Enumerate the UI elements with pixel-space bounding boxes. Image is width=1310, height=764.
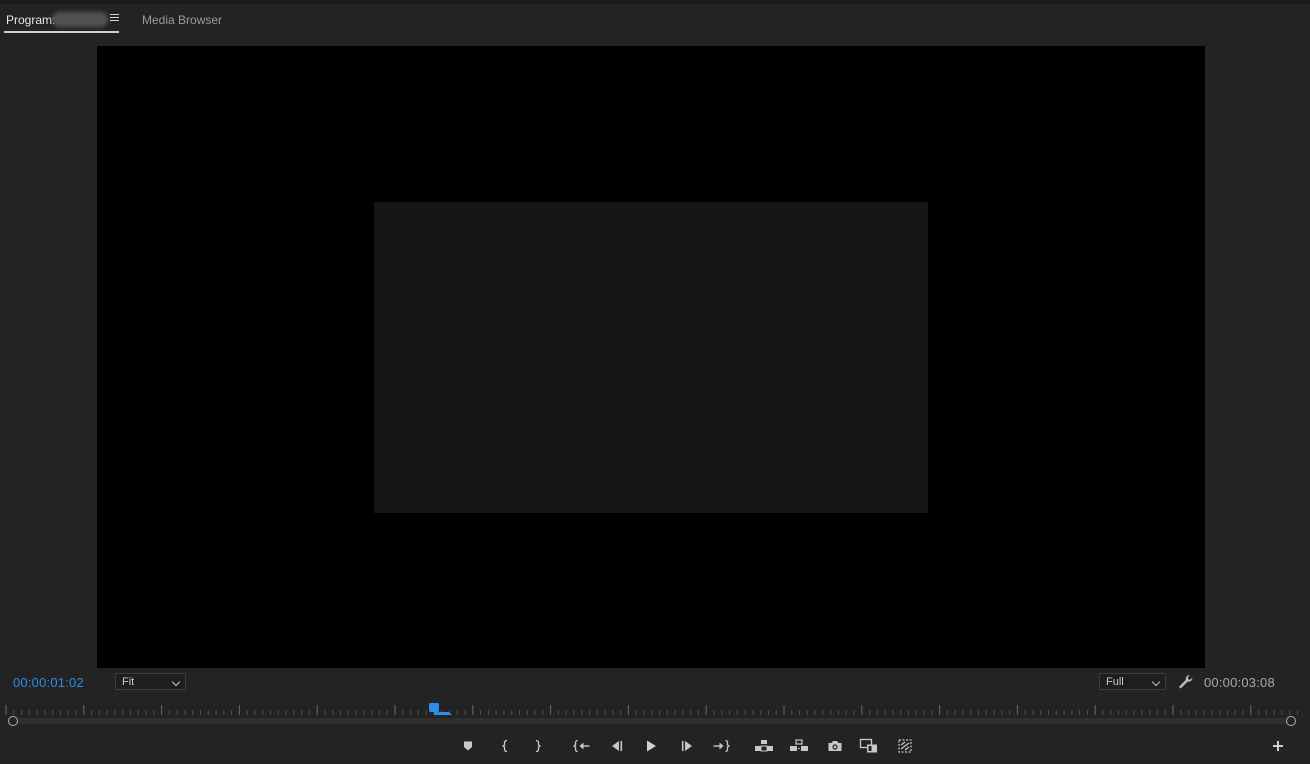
- settings-wrench-icon[interactable]: [1178, 674, 1194, 690]
- toggle-proxies-button[interactable]: [894, 734, 916, 758]
- camera-icon: [828, 741, 842, 751]
- zoom-level-dropdown[interactable]: Fit: [115, 673, 186, 690]
- zoom-handle-right[interactable]: [1286, 716, 1296, 726]
- playback-resolution-value: Full: [1106, 676, 1124, 688]
- panel-tab-bar: Program: Media Browser: [0, 4, 1310, 33]
- extract-button[interactable]: [788, 734, 810, 758]
- playhead-icon[interactable]: [428, 702, 454, 716]
- comparison-view-icon: [859, 738, 877, 753]
- mark-in-icon: [501, 739, 508, 753]
- export-frame-button[interactable]: [824, 734, 846, 758]
- video-frame: [374, 202, 928, 513]
- go-to-out-icon: [713, 739, 730, 753]
- duration-timecode: 00:00:03:08: [1204, 675, 1275, 690]
- zoom-handle-left[interactable]: [8, 716, 18, 726]
- transport-controls: [0, 734, 1310, 760]
- step-forward-icon: [681, 741, 692, 751]
- program-monitor-panel: Program: Media Browser 00:00:01:02 Fit F…: [0, 0, 1310, 764]
- tab-program[interactable]: Program:: [4, 11, 119, 33]
- play-icon: [647, 740, 656, 752]
- mark-out-button[interactable]: [527, 734, 549, 758]
- panel-menu-icon[interactable]: [110, 14, 119, 23]
- button-editor-add-button[interactable]: [1268, 734, 1288, 758]
- go-to-in-button[interactable]: [571, 734, 593, 758]
- lift-button[interactable]: [753, 734, 775, 758]
- chevron-down-icon: [171, 677, 181, 687]
- playback-resolution-dropdown[interactable]: Full: [1099, 673, 1166, 690]
- redacted-sequence-name: [52, 12, 108, 27]
- mark-out-icon: [535, 739, 542, 753]
- proxy-icon: [898, 739, 912, 753]
- tab-media-browser[interactable]: Media Browser: [142, 12, 222, 32]
- current-timecode[interactable]: 00:00:01:02: [13, 675, 84, 690]
- video-monitor[interactable]: [97, 46, 1205, 668]
- lift-icon: [755, 740, 773, 752]
- play-button[interactable]: [640, 734, 662, 758]
- mark-in-button[interactable]: [494, 734, 516, 758]
- step-forward-button[interactable]: [676, 734, 698, 758]
- zoom-level-value: Fit: [122, 676, 135, 688]
- go-to-in-icon: [573, 739, 590, 753]
- zoom-scroll-bar[interactable]: [17, 718, 1287, 724]
- chevron-down-icon: [1151, 677, 1161, 687]
- time-ruler[interactable]: [0, 700, 1310, 732]
- step-back-button[interactable]: [606, 734, 628, 758]
- extract-icon: [790, 739, 808, 751]
- tab-program-label: Program:: [6, 13, 56, 27]
- marker-icon: [464, 741, 472, 751]
- go-to-out-button[interactable]: [710, 734, 732, 758]
- time-ruler-ticks: [5, 705, 1298, 715]
- step-back-icon: [612, 741, 623, 751]
- plus-icon: [1273, 741, 1283, 751]
- comparison-view-button[interactable]: [858, 734, 880, 758]
- add-marker-button[interactable]: [457, 734, 479, 758]
